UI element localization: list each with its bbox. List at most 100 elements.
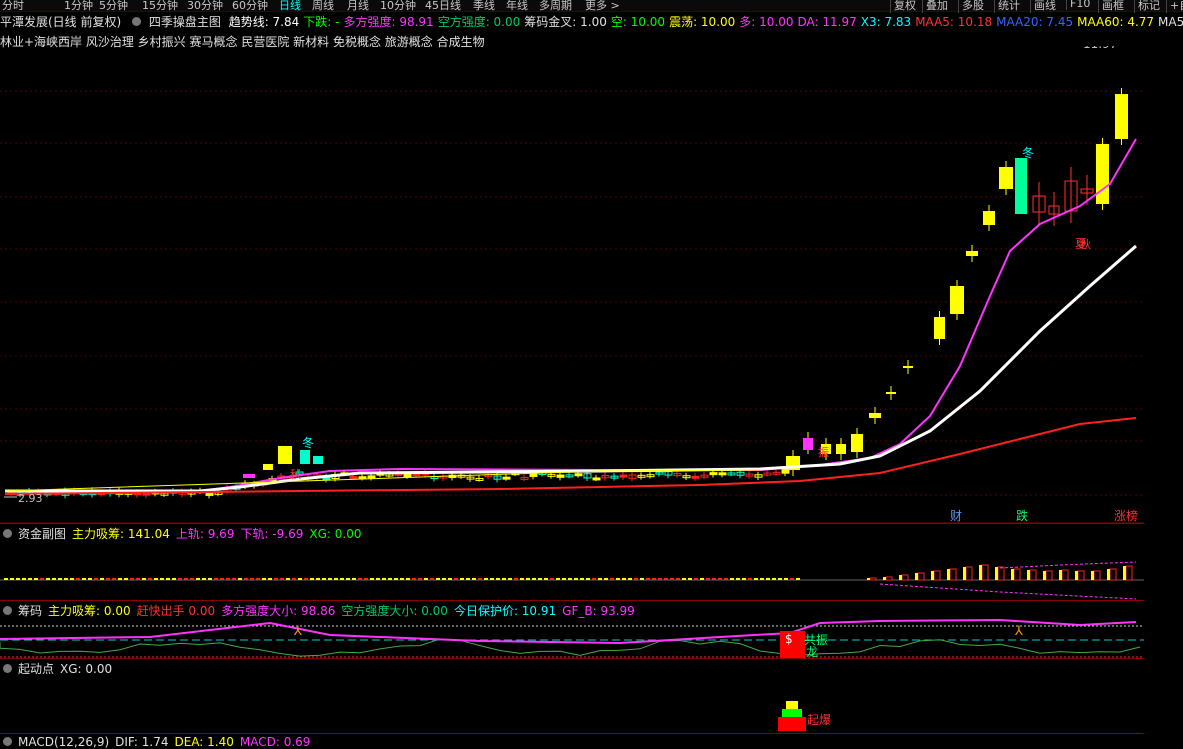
fund-bar — [997, 566, 1005, 581]
fund-bar — [226, 578, 230, 580]
price-chart[interactable]: 11.972.93冬冬夏秋秋振财跌涨榜 — [0, 46, 1150, 524]
fund-bar — [885, 576, 893, 581]
fund-bar — [238, 578, 242, 580]
tab-7[interactable]: 周线 — [312, 0, 334, 13]
pane-menu-icon[interactable] — [3, 529, 12, 538]
fund-bar — [34, 578, 38, 580]
chip-subchart[interactable]: $ 共振龙⅄ ⅄ — [0, 617, 1150, 659]
tab-9[interactable]: 10分钟 — [380, 0, 416, 13]
candle — [358, 476, 367, 480]
fund-bar — [172, 578, 176, 580]
fund-bar — [532, 578, 536, 580]
fund-bar — [340, 578, 344, 580]
tab-5[interactable]: 60分钟 — [232, 0, 268, 13]
fund-bar — [706, 578, 710, 580]
fund-bar — [424, 578, 428, 580]
low-price-label: 2.93 — [18, 492, 43, 505]
pane-menu-icon[interactable] — [3, 664, 12, 673]
toolbar-button-6[interactable]: 画框 — [1098, 0, 1127, 13]
fund-bar — [22, 578, 26, 580]
tab-1[interactable]: 1分钟 — [64, 0, 93, 13]
info-item-3: 空方强度: 0.00 — [437, 15, 521, 29]
indicator-name[interactable]: 四季操盘主图 — [149, 15, 221, 29]
fund-bar — [478, 578, 482, 580]
fund-bar — [100, 578, 104, 580]
tab-13[interactable]: 多周期 — [539, 0, 572, 13]
info-item-7: 多: 10.00 — [739, 15, 794, 29]
tab-11[interactable]: 季线 — [473, 0, 495, 13]
tab-4[interactable]: 30分钟 — [187, 0, 223, 13]
fund-bar — [304, 578, 308, 580]
fund-subchart[interactable] — [0, 540, 1150, 600]
toolbar-button-7[interactable]: 标记 — [1134, 0, 1163, 13]
fund-bar — [981, 564, 989, 581]
fund-bar — [586, 578, 590, 580]
fund-bar — [778, 578, 782, 580]
toolbar-button-3[interactable]: 统计 — [994, 0, 1023, 13]
candle — [836, 444, 846, 454]
fund-bar — [917, 572, 925, 581]
fund-bar — [418, 578, 422, 580]
fund-bar — [502, 578, 506, 580]
tab-0[interactable]: 分时 — [2, 0, 24, 13]
fund-bar — [1125, 565, 1133, 581]
money-icon: $ — [785, 632, 793, 646]
tab-8[interactable]: 月线 — [347, 0, 369, 13]
fund-bar — [604, 578, 608, 580]
pane-start-title[interactable]: 起动点 — [18, 662, 54, 676]
info-item-12: MAA60: 4.77 — [1077, 15, 1155, 29]
pane-fund-title[interactable]: 资金副图 — [18, 527, 66, 541]
tab-10[interactable]: 45日线 — [425, 0, 461, 13]
candle — [803, 438, 813, 450]
fund-item-0: 主力吸筹: 141.04 — [72, 527, 170, 541]
fund-bar — [352, 578, 356, 580]
fund-bar — [700, 578, 704, 580]
pane-macd-title[interactable]: MACD(12,26,9) — [18, 735, 109, 749]
fund-bar — [598, 578, 602, 580]
fund-bar — [652, 578, 656, 580]
start-block — [782, 709, 802, 717]
fund-bar — [460, 578, 464, 580]
chip-item-2: 多方强度大小: 98.86 — [221, 604, 336, 618]
fund-item-1: 上轨: 9.69 — [175, 527, 235, 541]
resonance-marker: 振 — [818, 445, 829, 459]
toolbar-button-0[interactable]: 复权 — [890, 0, 919, 13]
info-item-5: 空: 10.00 — [610, 15, 666, 29]
candle — [278, 446, 292, 464]
fund-bar — [274, 578, 278, 580]
candle — [886, 392, 896, 394]
fund-bar — [869, 577, 877, 581]
tab-6[interactable]: 日线 — [279, 0, 301, 13]
tab-12[interactable]: 年线 — [506, 0, 528, 13]
info-item-8: DA: 11.97 — [797, 15, 857, 29]
fund-bar — [64, 578, 68, 580]
toolbar-button-4[interactable]: 画线 — [1030, 0, 1059, 13]
fund-bar — [298, 578, 302, 580]
fund-bar — [244, 578, 248, 580]
candle — [1115, 94, 1128, 139]
toolbar-button-5[interactable]: F10 — [1066, 0, 1093, 10]
start-point-subchart[interactable]: 起爆 — [0, 675, 1150, 733]
indicator-menu-icon[interactable] — [132, 17, 142, 26]
tab-14[interactable]: 更多 > — [585, 0, 620, 13]
fund-bar — [88, 578, 92, 580]
candle — [367, 475, 376, 479]
toolbar-button-1[interactable]: 叠加 — [922, 0, 951, 13]
pane-chip-title[interactable]: 筹码 — [18, 604, 42, 618]
pane-menu-icon[interactable] — [3, 606, 12, 615]
candle — [966, 251, 978, 256]
tab-2[interactable]: 5分钟 — [99, 0, 128, 13]
candle — [718, 472, 727, 476]
fund-bar — [1043, 571, 1046, 580]
pane-macd-header: MACD(12,26,9) DIF: 1.74 DEA: 1.40 MACD: 0.6… — [0, 735, 322, 749]
toolbar-button-8[interactable]: +自 — [1166, 0, 1183, 13]
candle — [869, 413, 881, 418]
tab-3[interactable]: 15分钟 — [142, 0, 178, 13]
candle — [999, 167, 1013, 189]
candle — [313, 456, 323, 464]
pane-divider — [0, 733, 1144, 734]
start-item-0: XG: 0.00 — [60, 662, 113, 676]
toolbar-button-2[interactable]: 多股 — [958, 0, 987, 13]
fund-bar — [901, 574, 909, 581]
chip-item-1: 赶快出手 0.00 — [136, 604, 216, 618]
